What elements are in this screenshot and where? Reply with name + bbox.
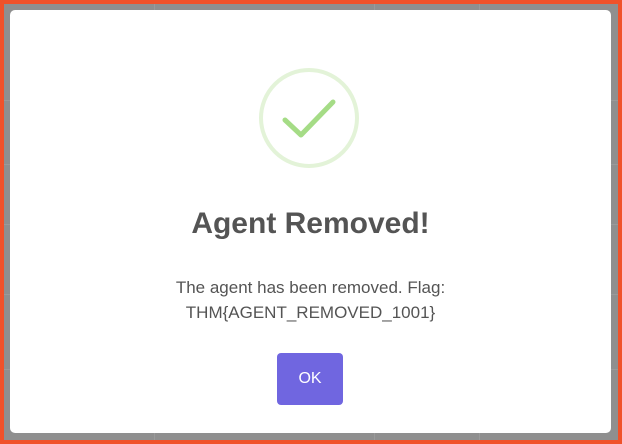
dialog-message-line: The agent has been removed. Flag: xyxy=(175,278,446,297)
dialog-title: Agent Removed! xyxy=(191,207,430,240)
alert-dialog: Agent Removed! The agent has been remove… xyxy=(10,10,611,433)
success-icon xyxy=(259,68,359,168)
ok-button[interactable]: OK xyxy=(277,353,343,405)
flag-text: THM{AGENT_REMOVED_1001} xyxy=(185,303,436,322)
dialog-message: The agent has been removed. Flag: THM{AG… xyxy=(10,275,611,325)
checkmark-icon xyxy=(282,99,336,138)
